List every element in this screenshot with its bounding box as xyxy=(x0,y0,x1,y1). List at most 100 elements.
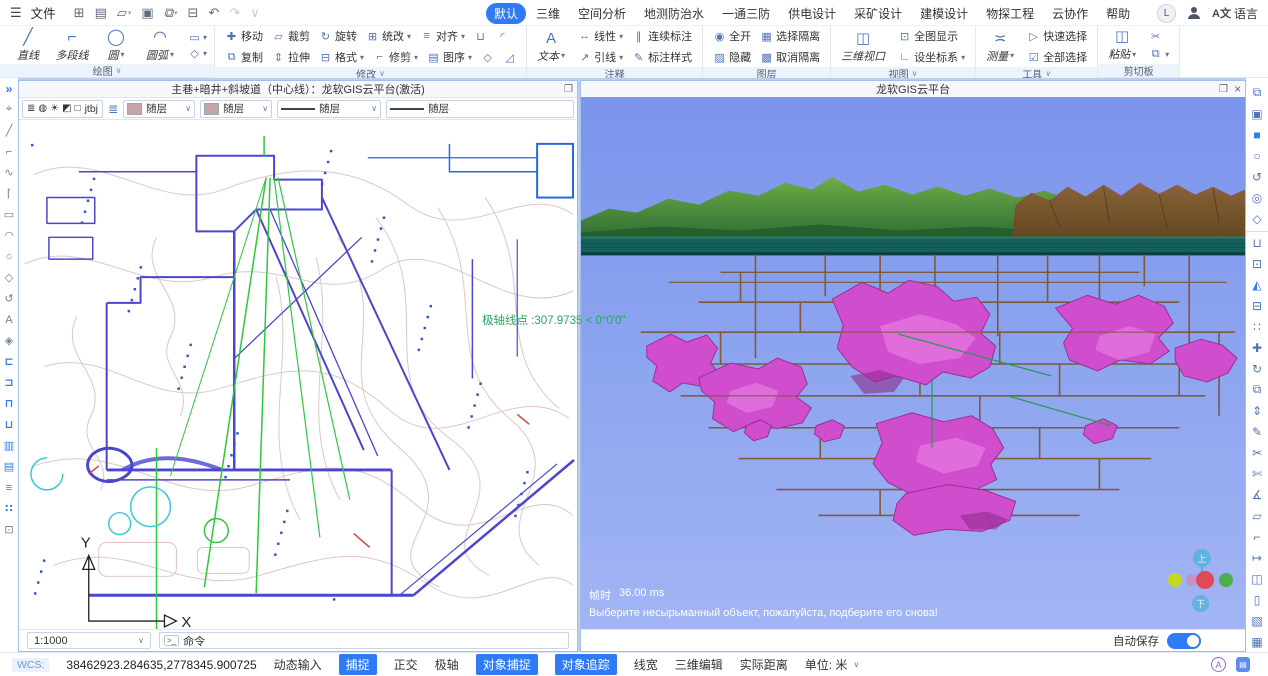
paste-button[interactable]: ◫ 粘贴▾ xyxy=(1105,28,1139,62)
set-ucs-button[interactable]: ∟ 设坐标系 ▾ xyxy=(895,48,968,66)
file-menu[interactable]: 文件 xyxy=(31,3,56,22)
hide-button[interactable]: ▨ 隐藏 xyxy=(710,48,754,66)
trash-icon[interactable]: ⊔ xyxy=(1246,231,1268,253)
dynamic-input-toggle[interactable]: 动态输入 xyxy=(274,656,322,673)
center-object-icon[interactable]: ⊡ xyxy=(1246,253,1268,274)
align-left-icon[interactable]: ⊏ xyxy=(0,351,18,372)
clip-region-icon[interactable]: ▱ xyxy=(1246,505,1268,526)
command-input[interactable]: >_ 命令 xyxy=(159,632,569,649)
gizmo-east-ball[interactable] xyxy=(1219,573,1233,587)
select-all-button[interactable]: ☑ 全部选择 xyxy=(1024,48,1090,66)
tab-power-design[interactable]: 供电设计 xyxy=(780,3,844,24)
measure-button[interactable]: ≍ 测量▾ xyxy=(983,30,1017,64)
cad-panel-titlebar[interactable]: 主巷+暗井+斜坡道（中心线）：龙软GIS云平台(激活) ❐ xyxy=(19,81,577,98)
tab-ventilation[interactable]: 一通三防 xyxy=(714,3,778,24)
scene-box-icon[interactable]: ◇ xyxy=(1246,208,1268,229)
fit-view-button[interactable]: ⊡ 全图显示 xyxy=(895,27,961,45)
real-distance-toggle[interactable]: 实际距离 xyxy=(740,656,788,673)
copy-button[interactable]: ⧉ 复制 xyxy=(222,48,266,66)
group-label-clipboard[interactable]: 剪切板 xyxy=(1098,64,1179,77)
select-lasso-icon[interactable]: ↺ xyxy=(1246,166,1268,187)
expand-panel-icon[interactable]: » xyxy=(6,82,13,99)
measure-angle-icon[interactable]: ∡ xyxy=(1246,484,1268,505)
new-file-icon[interactable]: ⊞ xyxy=(72,5,87,21)
spline-icon[interactable]: ∿ xyxy=(0,162,18,183)
isolate-button[interactable]: ▦ 选择隔离 xyxy=(757,27,823,45)
paste-3d-icon[interactable]: ◫ xyxy=(1246,568,1268,589)
lineweight-toggle[interactable]: 线宽 xyxy=(634,656,658,673)
align-button[interactable]: ≡ 对齐 ▾ xyxy=(417,27,468,45)
gizmo-west-ball[interactable] xyxy=(1168,573,1182,587)
chamfer-button[interactable]: ◿ xyxy=(500,50,519,65)
trim-button[interactable]: ⌐ 修剪 ▾ xyxy=(370,48,421,66)
delete-button[interactable]: ⊔ xyxy=(471,29,490,44)
fillet-button[interactable]: ◜ xyxy=(493,29,512,44)
batch-modify-button[interactable]: ⊞ 统改 ▾ xyxy=(363,27,414,45)
sun-icon[interactable]: ☀ xyxy=(50,103,59,114)
quick-select-button[interactable]: ▷ 快速选择 xyxy=(1024,27,1090,45)
hatch-icon[interactable]: ◈ xyxy=(0,330,18,351)
mirror-icon[interactable]: ◭ xyxy=(1246,274,1268,295)
lineweight-select[interactable]: 随层 xyxy=(386,100,574,118)
undo-icon[interactable]: ↶ xyxy=(206,5,221,21)
linetype-select[interactable]: 随层 ∨ xyxy=(277,100,381,118)
layers-icon[interactable]: ≣ xyxy=(27,103,35,114)
equal-spacing-icon[interactable]: ≡ xyxy=(0,477,18,498)
scatter-icon[interactable]: ∷ xyxy=(0,498,18,519)
array-icon[interactable]: ∷ xyxy=(1246,316,1268,337)
layer-name-box[interactable]: ≣◍☀◩□ jtbj xyxy=(22,100,103,118)
edit-3d-toggle[interactable]: 三维编辑 xyxy=(675,656,723,673)
text-icon[interactable]: A xyxy=(0,309,18,330)
polar-toggle[interactable]: 极轴 xyxy=(435,656,459,673)
pen-icon[interactable]: ✎ xyxy=(1246,421,1268,442)
format-button[interactable]: ⊟ 格式 ▾ xyxy=(316,48,367,66)
align-top-icon[interactable]: ⊓ xyxy=(0,393,18,414)
tab-help[interactable]: 帮助 xyxy=(1098,3,1138,24)
break-at-point-icon[interactable]: ✄ xyxy=(1246,463,1268,484)
wcs-badge[interactable]: WCS: xyxy=(12,658,49,672)
move-button[interactable]: ✚ 移动 xyxy=(222,27,266,45)
open-folder-icon[interactable]: ▱ ▾ xyxy=(115,5,134,21)
align-bottom-icon[interactable]: ⊔ xyxy=(0,414,18,435)
construction-line-icon[interactable]: ⌖ xyxy=(0,99,18,120)
freeze-icon[interactable]: □ xyxy=(75,103,81,114)
stretch-3d-icon[interactable]: ⇕ xyxy=(1246,400,1268,421)
distribute-h-icon[interactable]: ▥ xyxy=(0,435,18,456)
dim-style-button[interactable]: ✎ 标注样式 xyxy=(629,48,695,66)
export-icon[interactable]: ⧉ ▾ xyxy=(162,5,180,21)
continuous-dim-button[interactable]: ∥ 连续标注 xyxy=(629,27,695,45)
language-button[interactable]: A文 语言 xyxy=(1212,5,1258,22)
circle-button[interactable]: ◯ 圆▾ xyxy=(95,28,137,63)
color-layer-select-2[interactable]: 随层 ∨ xyxy=(200,100,272,118)
text-button[interactable]: A 文本▾ xyxy=(534,30,568,64)
object-snap-toggle[interactable]: 对象捕捉 xyxy=(476,654,538,675)
tab-default[interactable]: 默认 xyxy=(486,3,526,24)
trim-3d-icon[interactable]: ⌐ xyxy=(1246,526,1268,547)
revision-cloud-icon[interactable]: ↺ xyxy=(0,288,18,309)
group-label-draw[interactable]: 绘图∨ xyxy=(0,64,214,77)
cut-button[interactable]: ✂ xyxy=(1146,29,1165,44)
move-3d-icon[interactable]: ✚ xyxy=(1246,337,1268,358)
snapshot-icon[interactable]: ⧉ xyxy=(1246,82,1268,103)
view3d-viewport[interactable]: 帧时 36.00 ms Выберите несырьманный объект… xyxy=(581,97,1245,629)
grid-icon[interactable]: ▦ xyxy=(1246,631,1268,652)
copy-3d-icon[interactable]: ⧉ xyxy=(1246,379,1268,400)
print-icon[interactable]: ⊟ xyxy=(186,5,201,21)
copy-clip-button[interactable]: ⧉ ▾ xyxy=(1146,47,1172,62)
layers-stack-icon[interactable]: ≣ xyxy=(108,102,118,116)
object-track-toggle[interactable]: 对象追踪 xyxy=(555,654,617,675)
template-icon[interactable]: ▤ xyxy=(93,5,109,21)
unisolate-button[interactable]: ▩ 取消隔离 xyxy=(757,48,823,66)
color-layer-select-1[interactable]: 随层 ∨ xyxy=(123,100,195,118)
offset-icon[interactable]: ⌈ xyxy=(0,183,18,204)
navigation-gizmo[interactable]: 上 下 xyxy=(1166,547,1238,619)
paste-doc-icon[interactable]: ▯ xyxy=(1246,589,1268,610)
tab-modeling-design[interactable]: 建模设计 xyxy=(912,3,976,24)
scale-1-1-icon[interactable]: ⊡ xyxy=(0,519,18,540)
tab-cloud-collab[interactable]: 云协作 xyxy=(1044,3,1096,24)
box-button[interactable]: ◇ xyxy=(478,50,497,65)
break-icon[interactable]: ✂ xyxy=(1246,442,1268,463)
assistant-icon[interactable]: A xyxy=(1211,657,1226,672)
select-rect-icon[interactable]: ■ xyxy=(1246,124,1268,145)
more-icon[interactable]: ∨ xyxy=(248,5,262,21)
